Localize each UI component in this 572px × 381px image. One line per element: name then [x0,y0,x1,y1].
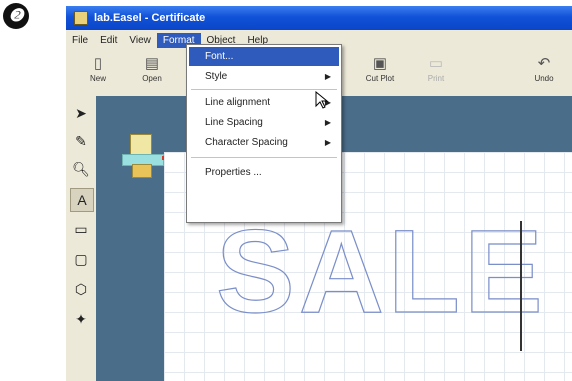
select-arrow-icon[interactable]: ➤ [70,102,92,124]
format-menu-dropdown: Font... Style ▶ Line alignment ▶ Line Sp… [186,44,342,223]
undo-button-label: Undo [534,74,554,83]
print-button[interactable]: ▭ Print [410,54,462,92]
menu-file[interactable]: File [66,33,94,48]
submenu-arrow-icon: ▶ [324,118,331,127]
mouse-pointer-icon [315,91,329,109]
title-bar: lab.Easel - Certificate [66,6,572,30]
menu-item-font-label: Font... [205,51,234,62]
menu-edit[interactable]: Edit [94,33,123,48]
menu-item-character-spacing[interactable]: Character Spacing ▶ [189,133,339,152]
menu-item-line-spacing[interactable]: Line Spacing ▶ [189,113,339,132]
cut-plot-icon: ▣ [372,55,388,72]
text-tool-icon[interactable]: A [70,188,94,212]
zoom-icon[interactable]: 🔍︎ [70,158,92,180]
undo-button[interactable]: ↶ Undo [518,54,570,92]
open-button-label: Open [142,74,162,83]
window-title: lab.Easel - Certificate [94,12,206,24]
menu-separator [191,157,337,158]
menu-item-style[interactable]: Style ▶ [189,67,339,86]
undo-icon: ↶ [537,55,551,72]
node-edit-icon[interactable]: ✎ [70,130,92,152]
menu-item-font[interactable]: Font... [189,47,339,66]
new-button[interactable]: ▯ New [72,54,124,92]
new-button-label: New [89,74,106,83]
work-area-margin [96,152,164,381]
menu-item-character-spacing-label: Character Spacing [205,137,288,148]
rectangle-tool-icon[interactable]: ▭ [70,218,92,240]
open-button[interactable]: ▤ Open [126,54,178,92]
print-button-label: Print [427,74,445,83]
app-window: lab.Easel - Certificate File Edit View F… [66,6,572,381]
polygon-tool-icon[interactable]: ⬡ [70,278,92,300]
cut-plot-button-label: Cut Plot [365,74,395,83]
submenu-arrow-icon: ▶ [324,138,331,147]
sale-text[interactable]: SALE [215,205,547,338]
menu-item-properties[interactable]: Properties ... [189,163,339,182]
submenu-arrow-icon: ▶ [324,72,331,81]
menu-item-properties-label: Properties ... [205,167,262,178]
new-document-icon: ▯ [93,55,103,72]
tool-palette: ➤ ✎ 🔍︎ A ▭ ▢ ⬡ ✦ [66,96,97,381]
menu-item-line-spacing-label: Line Spacing [205,117,263,128]
star-tool-icon[interactable]: ✦ [70,308,92,330]
step-number-badge: ❷ [3,3,29,29]
text-cursor [520,221,522,351]
menu-item-line-alignment-label: Line alignment [205,97,271,108]
menu-view[interactable]: View [123,33,157,48]
print-icon: ▭ [428,55,444,72]
rounded-rectangle-tool-icon[interactable]: ▢ [70,248,92,270]
app-icon [74,11,88,25]
cutter-thumbnail [122,134,170,178]
menu-item-style-label: Style [205,71,228,82]
cut-plot-button[interactable]: ▣ Cut Plot [354,54,406,92]
open-icon: ▤ [144,55,160,72]
menu-separator [191,89,337,90]
